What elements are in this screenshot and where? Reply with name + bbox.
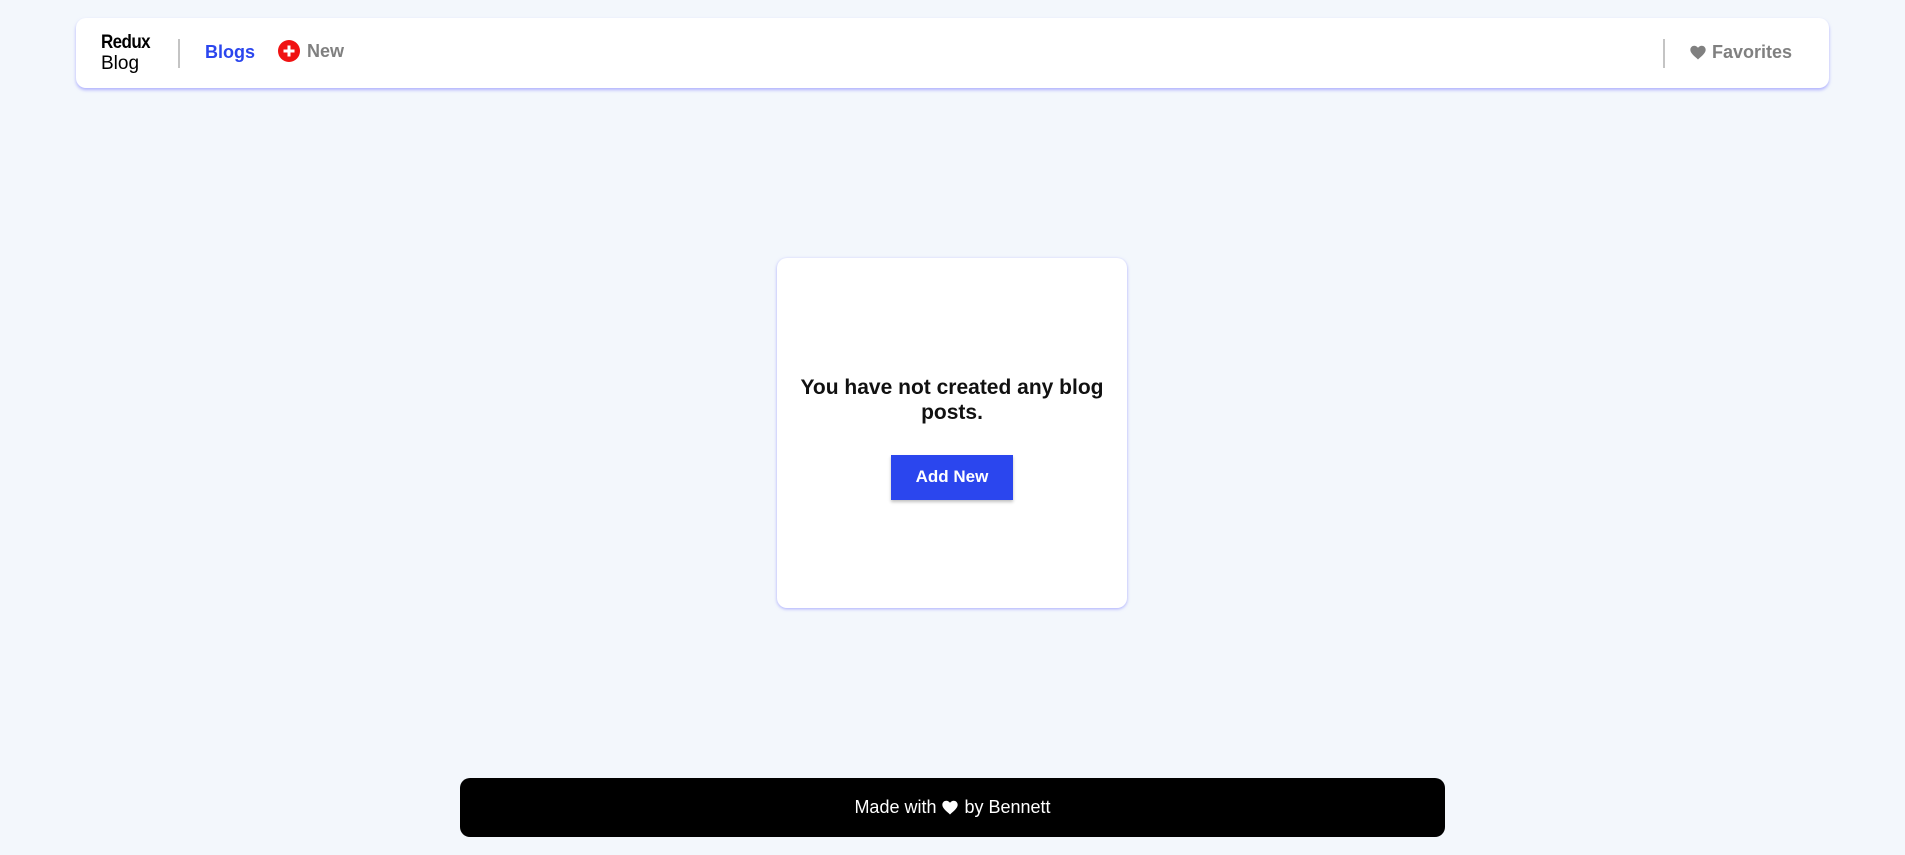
nav-link-new[interactable]: New <box>278 40 344 62</box>
empty-state-card: You have not created any blog posts. Add… <box>777 258 1127 608</box>
empty-state-message: You have not created any blog posts. <box>800 375 1104 424</box>
brand-title-top: Redux <box>101 30 151 53</box>
nav-new-label: New <box>307 40 345 61</box>
nav-favorites-label: Favorites <box>1712 42 1793 62</box>
nav-link-favorites[interactable]: Favorites <box>1690 42 1792 63</box>
add-new-button[interactable]: Add New <box>891 454 1013 500</box>
brand-title-bottom: Blog <box>101 53 140 74</box>
footer-suffix: by Bennett <box>964 797 1051 817</box>
nav-divider-right <box>1663 39 1665 68</box>
plus-circle-icon <box>278 40 300 62</box>
nav-link-blogs[interactable]: Blogs <box>205 42 255 63</box>
footer-bar: Made with by Bennett <box>460 778 1445 837</box>
footer-prefix: Made with <box>854 797 937 817</box>
top-navbar: Redux Blog Blogs New Favorites <box>76 18 1829 88</box>
brand-logo[interactable]: Redux Blog <box>101 30 151 74</box>
nav-divider-left <box>178 39 180 68</box>
heart-icon <box>1690 45 1706 60</box>
heart-icon <box>942 800 959 815</box>
